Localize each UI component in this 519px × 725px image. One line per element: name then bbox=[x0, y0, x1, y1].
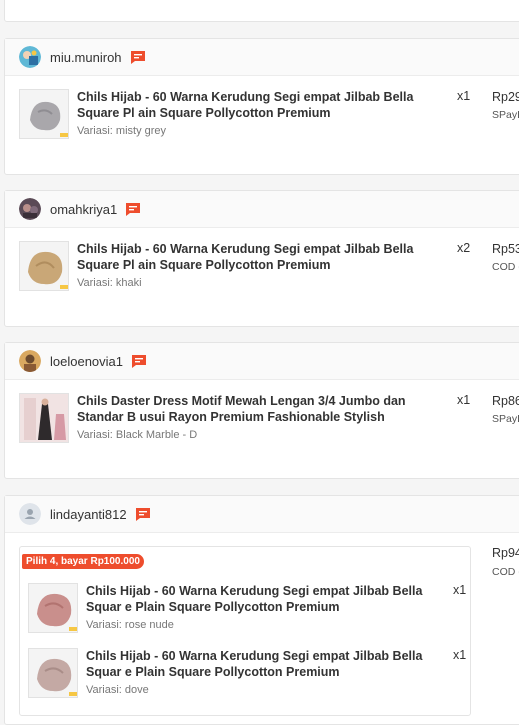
item-variant: Variasi: dove bbox=[86, 684, 149, 696]
order-card: lindayanti812 Pilih 4, bayar Rp100.000 C… bbox=[4, 495, 519, 725]
item-variant: Variasi: rose nude bbox=[86, 619, 174, 631]
item-quantity: x1 bbox=[453, 583, 467, 597]
order-item[interactable]: Chils Hijab - 60 Warna Kerudung Segi emp… bbox=[28, 583, 468, 639]
item-variant: Variasi: misty grey bbox=[77, 125, 167, 137]
item-quantity: x2 bbox=[457, 241, 471, 255]
product-title[interactable]: Chils Daster Dress Motif Mewah Lengan 3/… bbox=[77, 393, 452, 425]
item-quantity: x1 bbox=[453, 648, 467, 662]
shop-header: loeloenovia1 bbox=[5, 343, 519, 380]
order-card: miu.muniroh Chils Hijab - 60 Warna Kerud… bbox=[4, 38, 519, 175]
shop-header: lindayanti812 bbox=[5, 496, 519, 533]
user-icon[interactable] bbox=[19, 503, 41, 525]
order-total: Rp29 bbox=[492, 90, 519, 104]
buyer-username[interactable]: miu.muniroh bbox=[50, 50, 122, 65]
item-quantity: x1 bbox=[457, 393, 471, 407]
product-thumbnail[interactable] bbox=[19, 241, 69, 291]
shop-header: miu.muniroh bbox=[5, 39, 519, 76]
bundle-promo-badge: Pilih 4, bayar Rp100.000 bbox=[22, 554, 144, 569]
order-card: omahkriya1 Chils Hijab - 60 Warna Kerudu… bbox=[4, 190, 519, 327]
order-total: Rp53 bbox=[492, 242, 519, 256]
order-item[interactable]: Chils Daster Dress Motif Mewah Lengan 3/… bbox=[19, 393, 471, 449]
buyer-username[interactable]: omahkriya1 bbox=[50, 202, 117, 217]
product-thumbnail[interactable] bbox=[19, 393, 69, 443]
product-thumbnail[interactable] bbox=[19, 89, 69, 139]
avatar[interactable] bbox=[19, 198, 41, 220]
chat-icon[interactable] bbox=[130, 49, 146, 65]
order-total: Rp94 bbox=[492, 546, 519, 560]
payment-method: COD ( bbox=[492, 261, 519, 273]
order-card-previous bbox=[4, 0, 519, 22]
payment-method: COD ( bbox=[492, 566, 519, 578]
avatar[interactable] bbox=[19, 350, 41, 372]
buyer-username[interactable]: lindayanti812 bbox=[50, 507, 127, 522]
chat-icon[interactable] bbox=[125, 201, 141, 217]
item-variant: Variasi: Black Marble - D bbox=[77, 429, 198, 441]
payment-method: SPayL bbox=[492, 109, 519, 121]
product-title[interactable]: Chils Hijab - 60 Warna Kerudung Segi emp… bbox=[77, 89, 452, 121]
product-title[interactable]: Chils Hijab - 60 Warna Kerudung Segi emp… bbox=[86, 648, 461, 680]
product-title[interactable]: Chils Hijab - 60 Warna Kerudung Segi emp… bbox=[77, 241, 452, 273]
item-quantity: x1 bbox=[457, 89, 471, 103]
product-thumbnail[interactable] bbox=[28, 648, 78, 698]
avatar[interactable] bbox=[19, 46, 41, 68]
order-card: loeloenovia1 Chils Daster Dress Motif Me… bbox=[4, 342, 519, 479]
order-item[interactable]: Chils Hijab - 60 Warna Kerudung Segi emp… bbox=[19, 89, 471, 145]
item-variant: Variasi: khaki bbox=[77, 277, 142, 289]
chat-icon[interactable] bbox=[135, 506, 151, 522]
order-item[interactable]: Chils Hijab - 60 Warna Kerudung Segi emp… bbox=[28, 648, 468, 704]
bundle-deal-box: Pilih 4, bayar Rp100.000 Chils Hijab - 6… bbox=[19, 546, 471, 716]
payment-method: SPayL bbox=[492, 413, 519, 425]
shop-header: omahkriya1 bbox=[5, 191, 519, 228]
product-thumbnail[interactable] bbox=[28, 583, 78, 633]
order-item[interactable]: Chils Hijab - 60 Warna Kerudung Segi emp… bbox=[19, 241, 471, 297]
product-title[interactable]: Chils Hijab - 60 Warna Kerudung Segi emp… bbox=[86, 583, 461, 615]
chat-icon[interactable] bbox=[131, 353, 147, 369]
order-total: Rp86 bbox=[492, 394, 519, 408]
buyer-username[interactable]: loeloenovia1 bbox=[50, 354, 123, 369]
